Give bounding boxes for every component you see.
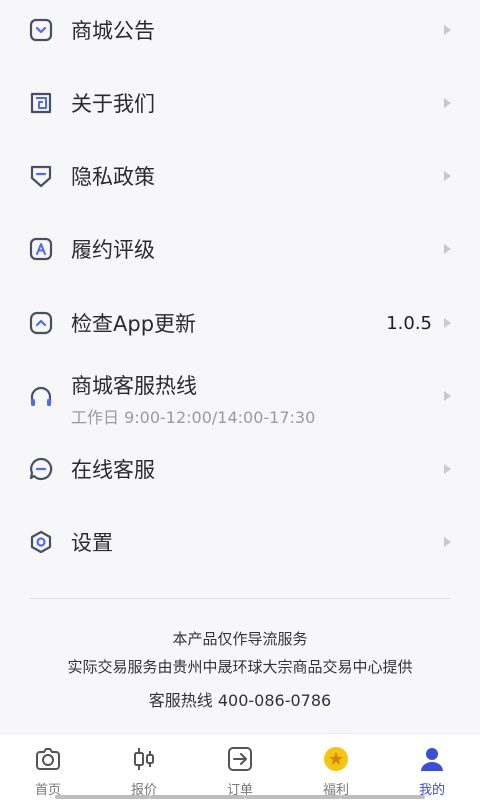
menu-item-privacy-policy[interactable]: 隐私政策 — [0, 146, 480, 206]
tab-orders[interactable]: 订单 — [192, 734, 288, 801]
chevron-right-icon — [444, 537, 451, 547]
menu-item-label: 商城公告 — [71, 19, 155, 43]
chevron-right-icon — [444, 25, 451, 35]
tab-indicator — [55, 795, 150, 799]
chevron-right-icon — [444, 171, 451, 181]
chat-icon — [29, 457, 53, 481]
rating-a-icon — [29, 237, 53, 261]
chevron-right-icon — [444, 244, 451, 254]
chevron-right-icon — [444, 98, 451, 108]
menu-item-label: 履约评级 — [71, 238, 155, 262]
settings-hex-icon — [30, 530, 52, 554]
divider — [30, 598, 450, 599]
footer-hotline: 客服热线 400-086-0786 — [148, 691, 332, 710]
menu-item-label: 商城客服热线 — [71, 374, 197, 398]
chevron-right-icon — [444, 464, 451, 474]
menu-item-label: 关于我们 — [71, 92, 155, 116]
maze-icon — [30, 92, 52, 114]
menu-item-about-us[interactable]: 关于我们 — [0, 73, 480, 133]
tab-indicator — [150, 795, 245, 799]
menu-item-label: 检查App更新 — [71, 312, 197, 336]
menu-item-label: 隐私政策 — [71, 165, 155, 189]
shield-icon — [30, 165, 52, 188]
menu-item-settings[interactable]: 设置 — [0, 512, 480, 572]
menu-item-check-update[interactable]: 检查App更新 1.0.5 — [0, 293, 480, 353]
star-coin-icon — [324, 747, 348, 771]
service-hours: 工作日 9:00-12:00/14:00-17:30 — [71, 408, 316, 427]
candlestick-icon — [134, 748, 154, 770]
tab-mine[interactable]: 我的 — [384, 734, 480, 801]
tab-quotes[interactable]: 报价 — [96, 734, 192, 801]
camera-icon — [36, 748, 60, 770]
menu-item-online-service[interactable]: 在线客服 — [0, 439, 480, 499]
update-chevron-icon — [29, 311, 53, 335]
menu-item-performance-rating[interactable]: 履约评级 — [0, 219, 480, 279]
user-icon — [421, 748, 443, 771]
menu-item-label: 设置 — [71, 531, 113, 555]
tab-indicator — [245, 795, 340, 799]
bottom-tab-bar: 首页 报价 订单 福利 我的 — [0, 733, 480, 801]
footer-provider: 实际交易服务由贵州中晟环球大宗商品交易中心提供 — [67, 658, 413, 676]
arrow-box-icon — [228, 747, 252, 771]
tab-home[interactable]: 首页 — [0, 734, 96, 801]
tab-benefits[interactable]: 福利 — [288, 734, 384, 801]
menu-item-service-hotline[interactable]: 商城客服热线 工作日 9:00-12:00/14:00-17:30 — [0, 366, 480, 427]
app-version: 1.0.5 — [386, 312, 432, 334]
headphones-icon — [30, 386, 52, 406]
tab-indicator — [340, 795, 425, 799]
footer-disclaimer: 本产品仅作导流服务 — [172, 630, 308, 648]
menu-item-label: 在线客服 — [71, 458, 155, 482]
envelope-chevron-icon — [29, 18, 53, 42]
menu-item-mall-announcement[interactable]: 商城公告 — [0, 0, 480, 60]
chevron-right-icon — [444, 318, 451, 328]
chevron-right-icon — [444, 391, 451, 401]
